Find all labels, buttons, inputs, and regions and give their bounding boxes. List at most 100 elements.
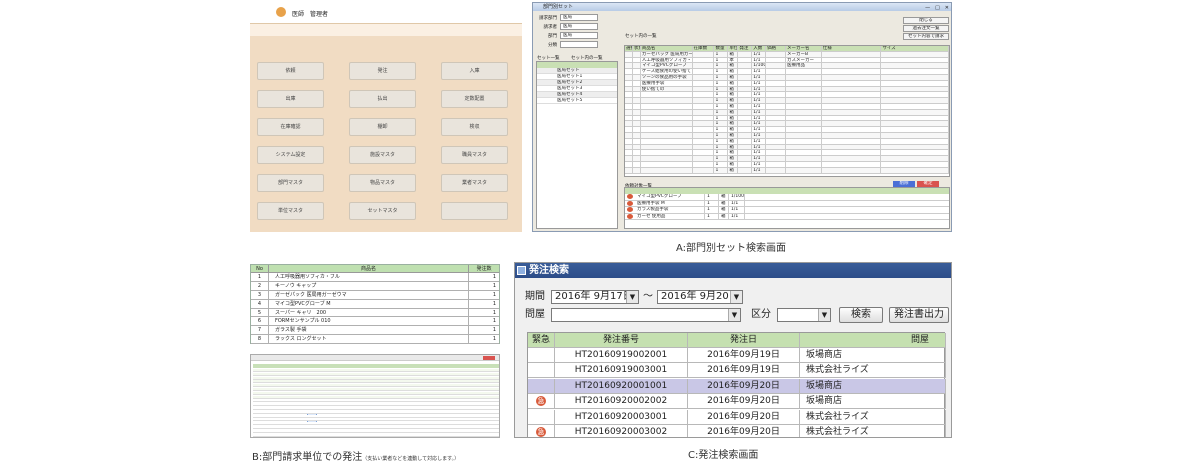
grid-row-cell bbox=[693, 51, 715, 57]
order-row[interactable]: HT20160920003001 2016年09月20日 株式会社ライズ bbox=[528, 409, 946, 425]
set-list-item[interactable]: 医局セット5 bbox=[537, 98, 617, 104]
order-number: HT20160920003001 bbox=[555, 409, 688, 424]
order-row[interactable]: 急 HT20160920003002 2016年09月20日 株式会社ライズ bbox=[528, 425, 946, 437]
order-row[interactable]: 急 HT20160920002002 2016年09月20日 坂場商店 bbox=[528, 394, 946, 410]
order-date: 2016年09月20日 bbox=[688, 394, 800, 409]
grid-header-cell: 入数 bbox=[752, 46, 767, 51]
grid-row-cell bbox=[766, 138, 787, 144]
grid-row-cell: 1/1 bbox=[752, 98, 767, 103]
grid-row-cell: ゾーンの食品用の手袋 bbox=[641, 74, 693, 80]
lower-button[interactable]: 削除 bbox=[893, 181, 915, 187]
mini-red-button[interactable] bbox=[483, 356, 495, 360]
order-date: 2016年09月19日 bbox=[688, 348, 800, 362]
menu-button[interactable]: 検収 bbox=[441, 118, 508, 136]
order-row[interactable]: HT20160919002001 2016年09月19日 坂場商店 bbox=[528, 348, 946, 363]
grid-row-cell: 1/1 bbox=[752, 144, 767, 150]
division-dropdown-icon[interactable]: ▼ bbox=[818, 309, 830, 321]
filter-value[interactable]: 医局 bbox=[560, 14, 598, 21]
menu-button[interactable]: 在庫確認 bbox=[257, 118, 324, 136]
grid-row-cell bbox=[881, 167, 949, 173]
menu-button[interactable]: 単位マスタ bbox=[257, 202, 324, 220]
filter-value[interactable]: 医局 bbox=[560, 32, 598, 39]
urgent-icon bbox=[627, 194, 633, 199]
grid-header-cell: 在庫数 bbox=[693, 46, 715, 51]
menu-header: 医師 管理者 bbox=[250, 2, 522, 24]
menu-button[interactable]: 入庫 bbox=[441, 62, 508, 80]
order-row[interactable]: HT20160920001001 2016年09月20日 坂場商店 bbox=[528, 378, 946, 394]
date-to-value: 2016年 9月20日 bbox=[661, 291, 739, 302]
division-select[interactable]: ▼ bbox=[777, 308, 831, 322]
filter-label: 請求部門 bbox=[539, 16, 557, 21]
grid-row-cell: 1/1 bbox=[752, 127, 767, 132]
grid-row-cell: 箱 bbox=[728, 127, 739, 132]
grid-row-cell bbox=[738, 69, 753, 74]
grid-row-cell bbox=[822, 144, 882, 150]
vendor-select[interactable]: ▼ bbox=[551, 308, 741, 322]
print-order-button[interactable]: 発注書出力 bbox=[889, 307, 949, 323]
grid-header-cell: サイズ bbox=[881, 46, 949, 51]
grid-row-cell bbox=[786, 161, 822, 167]
mini-row bbox=[253, 422, 499, 426]
grid-row-cell bbox=[693, 127, 715, 132]
grid-row-cell bbox=[786, 121, 822, 127]
filter-value[interactable]: 医局 bbox=[560, 23, 598, 30]
urgent-cell: 急 bbox=[528, 425, 555, 437]
grid-row-cell: 1/1 bbox=[752, 109, 767, 115]
grid-row-cell bbox=[822, 167, 882, 173]
grid-row-cell bbox=[738, 138, 753, 144]
menu-button[interactable]: 依頼 bbox=[257, 62, 324, 80]
row-no: 1 bbox=[251, 273, 269, 281]
grid-row-cell bbox=[766, 144, 787, 150]
right-button[interactable]: セット内容で請求 bbox=[903, 33, 949, 40]
grid-row-cell bbox=[633, 80, 641, 86]
date-to-dropdown-icon[interactable]: ▼ bbox=[730, 291, 742, 303]
grid-row-cell: 1 bbox=[714, 109, 729, 115]
date-to-picker[interactable]: 2016年 9月20日 ▼ bbox=[657, 290, 743, 304]
grid-row-cell bbox=[881, 161, 949, 167]
right-button[interactable]: 閉じる bbox=[903, 17, 949, 24]
division-label: 区分 bbox=[751, 309, 771, 320]
grid-row-cell bbox=[693, 80, 715, 86]
menu-button[interactable]: 物品マスタ bbox=[349, 174, 416, 192]
grid-row-cell: 1 bbox=[714, 92, 729, 98]
menu-button[interactable]: システム設定 bbox=[257, 146, 324, 164]
menu-button[interactable]: 出庫 bbox=[257, 90, 324, 108]
menu-button[interactable]: 職員マスタ bbox=[441, 146, 508, 164]
urgent-cell bbox=[528, 409, 555, 424]
grid-row-cell bbox=[738, 86, 753, 92]
menu-button[interactable] bbox=[441, 202, 508, 220]
grid-row[interactable]: 1 箱 1/1 bbox=[625, 167, 949, 174]
grid-row-cell: 1/1 bbox=[752, 132, 767, 138]
grid-row-cell bbox=[822, 74, 882, 80]
menu-button[interactable]: セットマスタ bbox=[349, 202, 416, 220]
grid-row-cell bbox=[633, 51, 641, 57]
menu-button[interactable]: 棚卸 bbox=[349, 118, 416, 136]
grid-row-cell: 箱 bbox=[728, 109, 739, 115]
window-title: 部門別セット bbox=[533, 3, 951, 11]
menu-button[interactable]: 部門マスタ bbox=[257, 174, 324, 192]
grid-row-cell: 1/1 bbox=[752, 161, 767, 167]
filter-value[interactable] bbox=[560, 41, 598, 48]
grid-row-cell bbox=[625, 121, 633, 127]
grid-header-cell: 単位 bbox=[729, 46, 739, 51]
grid-row-cell bbox=[738, 74, 753, 80]
grid-row-cell bbox=[633, 86, 641, 92]
mini-row bbox=[253, 399, 499, 403]
date-from-picker[interactable]: 2016年 9月17日 ▼ bbox=[551, 290, 639, 304]
menu-button[interactable]: 施設マスタ bbox=[349, 146, 416, 164]
search-button[interactable]: 検索 bbox=[839, 307, 883, 323]
menu-button[interactable]: 発注 bbox=[349, 62, 416, 80]
grid-row-cell: 箱 bbox=[728, 132, 739, 138]
list-header: No 商品名 発注数 bbox=[251, 265, 499, 273]
vendor-dropdown-icon[interactable]: ▼ bbox=[728, 309, 740, 321]
menu-button[interactable]: 定数配置 bbox=[441, 90, 508, 108]
menu-button[interactable]: 払出 bbox=[349, 90, 416, 108]
lower-button[interactable]: 確定 bbox=[917, 181, 939, 187]
right-button[interactable]: 過去注文一覧 bbox=[903, 25, 949, 32]
grid-row-cell: 1/1 bbox=[752, 156, 767, 161]
order-row[interactable]: HT20160919003001 2016年09月19日 株式会社ライズ bbox=[528, 363, 946, 379]
grid-row-cell bbox=[881, 150, 949, 156]
date-from-dropdown-icon[interactable]: ▼ bbox=[626, 291, 638, 303]
grid-row-cell bbox=[786, 86, 822, 92]
menu-button[interactable]: 業者マスタ bbox=[441, 174, 508, 192]
